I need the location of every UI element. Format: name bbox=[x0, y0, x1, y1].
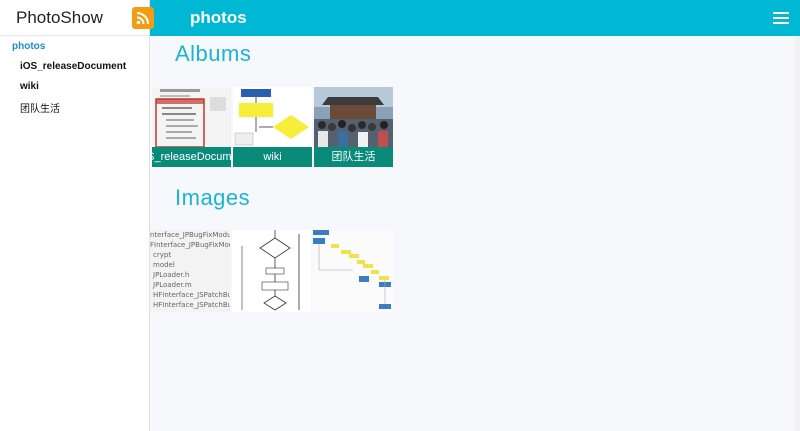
album-caption: 团队生活 bbox=[314, 147, 393, 167]
sidebar-item-photos[interactable]: photos bbox=[12, 41, 45, 52]
album-card[interactable]: wiki bbox=[233, 87, 312, 167]
sidebar: PhotoShow photos iOS_releaseDocument wik… bbox=[0, 0, 150, 431]
top-bar: photos bbox=[150, 0, 800, 36]
page-title: photos bbox=[190, 8, 247, 27]
diagram-image bbox=[313, 230, 393, 312]
code-line: crypt bbox=[153, 251, 172, 259]
album-caption: wiki bbox=[233, 147, 312, 167]
code-line: nterface_JPBugFixModule bbox=[150, 231, 230, 239]
album-caption: iOS_releaseDocument bbox=[152, 147, 231, 167]
album-card[interactable]: 团队生活 bbox=[314, 87, 393, 167]
code-line: FInterface_JPBugFixModuleLi bbox=[150, 241, 230, 249]
image-thumbnail[interactable]: nterface_JPBugFixModule FInterface_JPBug… bbox=[150, 230, 230, 312]
sidebar-item-ios-release-document[interactable]: iOS_releaseDocument bbox=[20, 61, 126, 72]
scrollbar[interactable] bbox=[795, 36, 800, 431]
menu-icon[interactable] bbox=[773, 12, 789, 24]
code-line: JPLoader.h bbox=[153, 271, 190, 279]
album-card[interactable]: iOS_releaseDocument bbox=[152, 87, 231, 167]
images-heading: Images bbox=[175, 185, 251, 210]
code-line: HFInterface_JSPatchBugFixM bbox=[153, 301, 230, 309]
code-listing: nterface_JPBugFixModule FInterface_JPBug… bbox=[150, 230, 230, 310]
sidebar-item-team-life[interactable]: 团队生活 bbox=[20, 100, 60, 115]
brand-bar: PhotoShow bbox=[0, 0, 150, 36]
rss-icon[interactable] bbox=[132, 7, 154, 29]
image-thumbnail[interactable] bbox=[313, 230, 393, 312]
code-line: HFInterface_JSPatchBugFixM bbox=[153, 291, 230, 299]
app-title[interactable]: PhotoShow bbox=[16, 8, 103, 28]
code-line: JPLoader.m bbox=[153, 281, 192, 289]
sidebar-item-wiki[interactable]: wiki bbox=[20, 81, 39, 92]
albums-heading: Albums bbox=[175, 41, 252, 66]
code-line: model bbox=[153, 261, 175, 269]
image-thumbnail[interactable] bbox=[232, 230, 311, 312]
flowchart-image bbox=[232, 230, 311, 312]
